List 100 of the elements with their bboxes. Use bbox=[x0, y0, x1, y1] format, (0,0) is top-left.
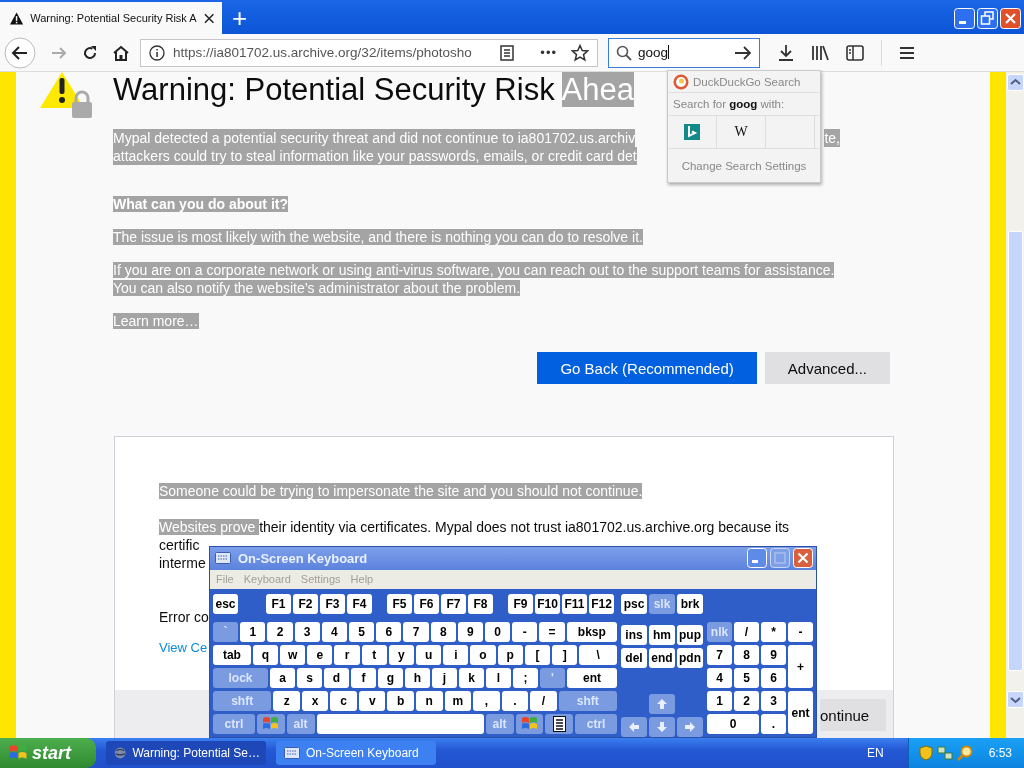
scrollbar[interactable] bbox=[1006, 72, 1024, 738]
onscreen-key[interactable]: p bbox=[497, 645, 523, 665]
onscreen-key[interactable]: [ bbox=[524, 645, 551, 665]
onscreen-key[interactable]: 5 bbox=[734, 668, 759, 688]
onscreen-key[interactable]: , bbox=[473, 691, 500, 711]
onscreen-key[interactable]: brk bbox=[677, 594, 703, 614]
network-icon[interactable] bbox=[936, 745, 953, 761]
onscreen-key[interactable]: 8 bbox=[734, 645, 759, 665]
onscreen-key[interactable]: F8 bbox=[468, 594, 493, 614]
onscreen-key[interactable]: pdn bbox=[677, 648, 703, 668]
onscreen-key[interactable]: m bbox=[444, 691, 472, 711]
sidebar-icon[interactable] bbox=[846, 44, 864, 61]
left-arrow-key[interactable] bbox=[621, 717, 647, 737]
restore-icon[interactable] bbox=[977, 7, 998, 29]
address-bar[interactable]: https://ia801702.us.archive.org/32/items/photosho ••• bbox=[140, 38, 598, 67]
onscreen-key[interactable]: 4 bbox=[707, 668, 732, 688]
onscreen-key[interactable]: F2 bbox=[293, 594, 318, 614]
onscreen-key[interactable]: F6 bbox=[414, 594, 439, 614]
onscreen-key[interactable]: 3 bbox=[761, 691, 786, 711]
view-certificate-link[interactable]: View Ce bbox=[159, 637, 208, 659]
scroll-thumb[interactable] bbox=[1007, 231, 1023, 671]
onscreen-key[interactable]: del bbox=[621, 648, 647, 668]
onscreen-key[interactable]: / bbox=[530, 691, 557, 711]
onscreen-key[interactable]: = bbox=[539, 622, 565, 642]
onscreen-key[interactable]: o bbox=[470, 645, 496, 665]
onscreen-key[interactable]: F10 bbox=[535, 594, 560, 614]
reload-icon[interactable] bbox=[82, 44, 98, 61]
search-field[interactable]: goog bbox=[608, 37, 760, 68]
onscreen-key[interactable]: c bbox=[330, 691, 357, 711]
onscreen-key[interactable]: ] bbox=[552, 645, 578, 665]
onscreen-key[interactable]: - bbox=[512, 622, 538, 642]
onscreen-key[interactable]: bksp bbox=[566, 622, 618, 642]
go-arrow-icon[interactable] bbox=[734, 44, 752, 61]
onscreen-key[interactable]: 9 bbox=[761, 645, 786, 665]
onscreen-key[interactable]: hm bbox=[649, 625, 675, 645]
onscreen-key[interactable]: . bbox=[501, 691, 529, 711]
onscreen-key[interactable]: l bbox=[486, 668, 511, 688]
onscreen-key[interactable]: 2 bbox=[734, 691, 759, 711]
onscreen-key[interactable]: x bbox=[301, 691, 329, 711]
onscreen-key[interactable]: 3 bbox=[294, 622, 320, 642]
onscreen-key[interactable]: 0 bbox=[707, 714, 759, 734]
onscreen-key[interactable]: s bbox=[297, 668, 322, 688]
onscreen-key[interactable]: 9 bbox=[457, 622, 484, 642]
onscreen-key[interactable]: k bbox=[459, 668, 484, 688]
onscreen-key[interactable]: h bbox=[405, 668, 430, 688]
shield-icon[interactable] bbox=[918, 745, 933, 761]
onscreen-key[interactable]: g bbox=[378, 668, 403, 688]
onscreen-key[interactable]: 2 bbox=[267, 622, 293, 642]
onscreen-key[interactable]: F12 bbox=[589, 594, 614, 614]
scroll-down-icon[interactable] bbox=[1006, 691, 1024, 708]
onscreen-key[interactable]: 7 bbox=[707, 645, 732, 665]
go-back-button[interactable]: Go Back (Recommended) bbox=[537, 352, 757, 384]
back-icon[interactable] bbox=[4, 36, 36, 69]
onscreen-key[interactable]: b bbox=[387, 691, 414, 711]
onscreen-key[interactable]: 6 bbox=[761, 668, 786, 688]
onscreen-key[interactable]: d bbox=[324, 668, 349, 688]
onscreen-key[interactable]: F5 bbox=[387, 594, 412, 614]
onscreen-key[interactable]: . bbox=[761, 714, 786, 734]
onscreen-key[interactable]: end bbox=[649, 648, 675, 668]
up-arrow-key[interactable] bbox=[649, 694, 675, 714]
close-icon[interactable] bbox=[203, 12, 214, 24]
windows-key[interactable] bbox=[256, 714, 285, 734]
home-icon[interactable] bbox=[112, 44, 130, 61]
onscreen-key[interactable]: 0 bbox=[485, 622, 511, 642]
onscreen-key[interactable]: 8 bbox=[430, 622, 456, 642]
minimize-icon[interactable] bbox=[954, 7, 975, 29]
onscreen-key[interactable]: pup bbox=[677, 625, 703, 645]
onscreen-key[interactable]: esc bbox=[213, 594, 238, 614]
onscreen-key[interactable]: v bbox=[358, 691, 386, 711]
onscreen-key[interactable]: \ bbox=[579, 645, 618, 665]
new-tab-button[interactable]: + bbox=[232, 2, 248, 34]
onscreen-key[interactable]: 6 bbox=[376, 622, 402, 642]
onscreen-key[interactable]: / bbox=[734, 622, 759, 642]
down-arrow-key[interactable] bbox=[649, 717, 675, 737]
onscreen-key[interactable]: ent bbox=[567, 668, 617, 688]
onscreen-key[interactable]: F4 bbox=[347, 594, 372, 614]
library-icon[interactable] bbox=[811, 44, 829, 61]
onscreen-key[interactable]: q bbox=[252, 645, 278, 665]
onscreen-key[interactable]: 1 bbox=[707, 691, 732, 711]
onscreen-key[interactable]: + bbox=[788, 645, 813, 688]
taskbar-button[interactable]: Warning: Potential Se… bbox=[106, 741, 266, 765]
onscreen-key[interactable]: f bbox=[351, 668, 376, 688]
language-indicator[interactable]: EN bbox=[866, 746, 884, 760]
taskbar-button[interactable]: On-Screen Keyboard bbox=[276, 741, 436, 765]
onscreen-key[interactable]: ins bbox=[621, 625, 647, 645]
onscreen-key[interactable]: * bbox=[761, 622, 786, 642]
onscreen-key[interactable]: 7 bbox=[403, 622, 429, 642]
onscreen-key[interactable]: z bbox=[273, 691, 300, 711]
browser-tab[interactable]: Warning: Potential Security Risk A bbox=[0, 2, 222, 34]
onscreen-key[interactable]: i bbox=[443, 645, 469, 665]
menu-icon[interactable] bbox=[899, 45, 915, 60]
magnifier-icon[interactable] bbox=[956, 745, 973, 761]
onscreen-key[interactable]: F3 bbox=[320, 594, 345, 614]
minimize-icon[interactable] bbox=[747, 548, 767, 569]
onscreen-key[interactable]: e bbox=[307, 645, 333, 665]
continue-button[interactable]: ontinue bbox=[820, 699, 886, 731]
onscreen-key[interactable]: F7 bbox=[441, 594, 466, 614]
menu-key[interactable] bbox=[545, 714, 574, 734]
onscreen-key[interactable]: 5 bbox=[349, 622, 375, 642]
star-icon[interactable] bbox=[571, 43, 589, 62]
